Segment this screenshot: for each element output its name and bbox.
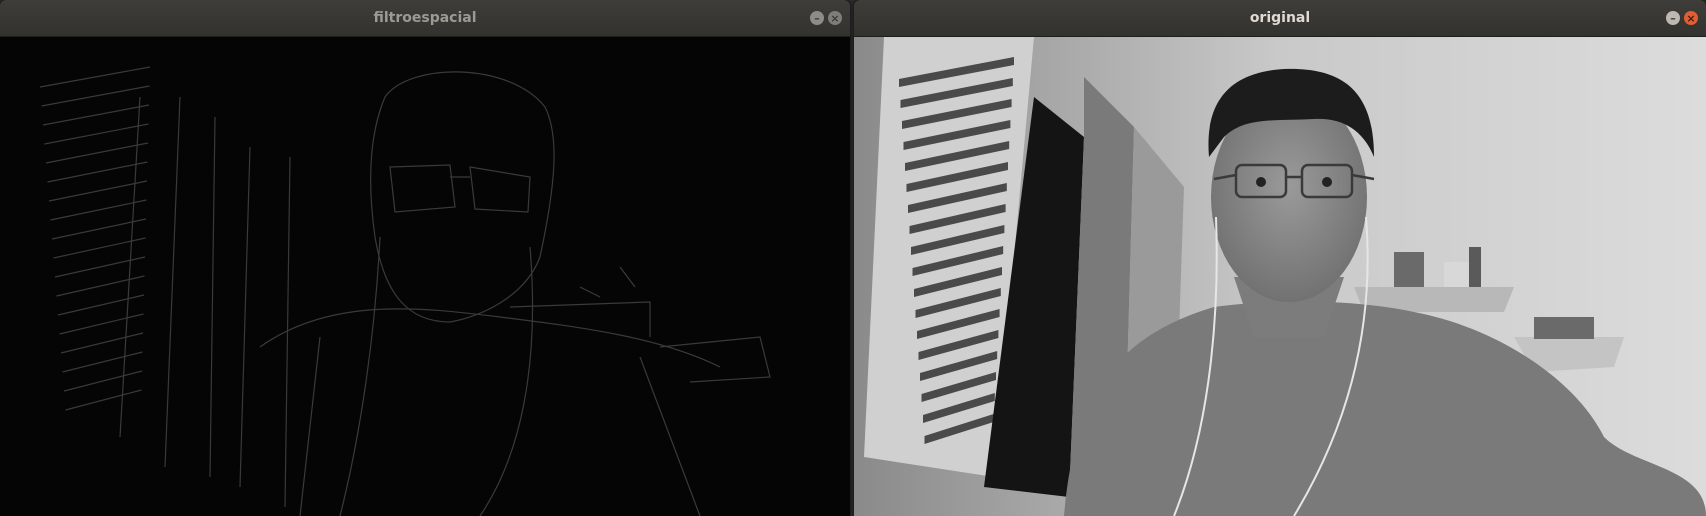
close-icon[interactable]: ×	[828, 11, 842, 25]
filtered-image	[0, 37, 850, 516]
window-title: filtroespacial	[373, 10, 477, 26]
window-title: original	[1249, 10, 1311, 26]
original-window[interactable]: original – ×	[854, 0, 1706, 516]
webcam-image	[854, 37, 1706, 516]
titlebar[interactable]: original – ×	[854, 0, 1706, 37]
filtroespacial-window[interactable]: filtroespacial – ×	[0, 0, 850, 516]
minimize-icon[interactable]: –	[810, 11, 824, 25]
titlebar[interactable]: filtroespacial – ×	[0, 0, 850, 37]
close-icon[interactable]: ×	[1684, 11, 1698, 25]
minimize-icon[interactable]: –	[1666, 11, 1680, 25]
